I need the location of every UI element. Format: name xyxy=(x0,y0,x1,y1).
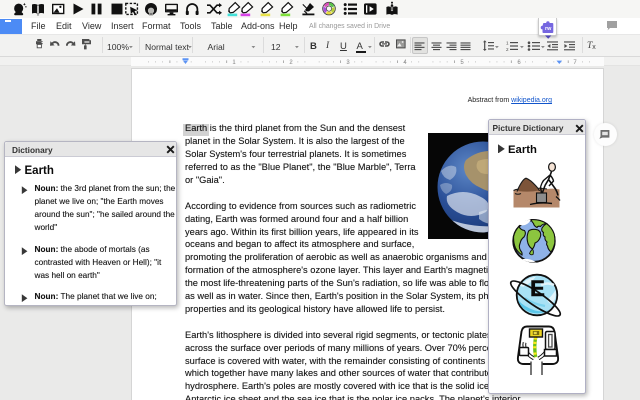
svg-text:7: 7 xyxy=(573,60,577,66)
svg-text:3: 3 xyxy=(346,60,350,66)
svg-text:4: 4 xyxy=(403,60,407,66)
svg-text:rw: rw xyxy=(545,26,552,32)
svg-text:6: 6 xyxy=(517,60,521,66)
svg-text:1: 1 xyxy=(232,60,236,66)
svg-text:2: 2 xyxy=(289,60,293,66)
svg-text:5: 5 xyxy=(460,60,464,66)
svg-text:E: E xyxy=(530,276,545,301)
